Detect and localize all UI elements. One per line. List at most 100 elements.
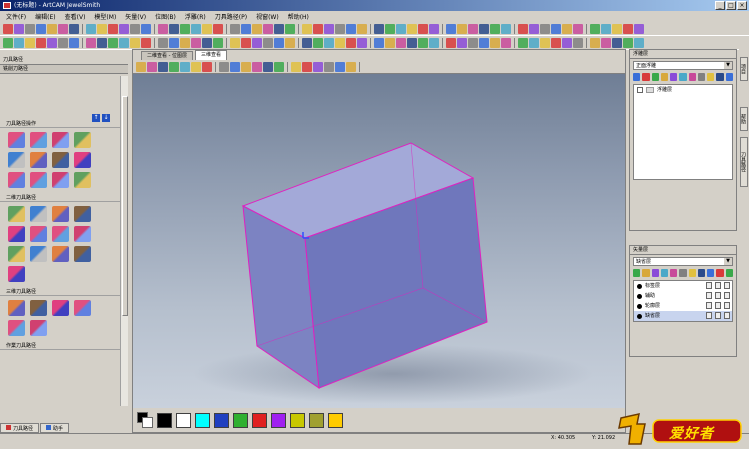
toolbar-tool-icon[interactable] [407,23,417,34]
toolbar-action-icon[interactable] [202,37,212,48]
toolbar-action-icon[interactable] [562,37,572,48]
toolbar-action-icon[interactable] [529,37,539,48]
menu-bitmap[interactable]: 位图(B) [155,12,176,21]
toolpath-tool-icon[interactable] [52,206,69,222]
toolbar-tool-icon[interactable] [490,23,500,34]
color-swatch[interactable] [176,412,191,428]
menu-relief[interactable]: 浮雕(R) [185,12,206,21]
toolbar-action-icon[interactable] [407,37,417,48]
color-swatch[interactable] [271,412,286,428]
toolbar-action-icon[interactable] [385,37,395,48]
menu-toolpath[interactable]: 刀具路径(P) [215,12,247,21]
toolpath-tool-icon[interactable] [74,172,91,188]
menu-help[interactable]: 帮助(H) [288,12,309,21]
toolbar-tool-icon[interactable] [180,23,190,34]
toolbar-tool-icon[interactable] [47,23,57,34]
toolbar-action-icon[interactable] [230,61,240,72]
list-item[interactable]: 缺省层 [634,311,732,321]
toolbar-action-icon[interactable] [202,61,212,72]
toolbar-tool-icon[interactable] [58,23,68,34]
toolbar-action-icon[interactable] [518,37,528,48]
toolbar-tool-icon[interactable] [158,23,168,34]
toolbar-action-icon[interactable] [457,37,467,48]
toolbar-tool-icon[interactable] [263,23,273,34]
toolbar-tool-icon[interactable] [590,23,600,34]
toolbar-action-icon[interactable] [180,37,190,48]
toolbar-action-icon[interactable] [324,61,334,72]
toolbar-tool-icon[interactable] [86,23,96,34]
toolbar-action-icon[interactable] [590,37,600,48]
menu-file[interactable]: 文件(F) [6,12,26,21]
layer-tool-icon[interactable] [660,73,669,81]
layer-tool-icon[interactable] [679,73,687,81]
layer-tool-icon[interactable] [660,269,669,277]
scroll-thumb[interactable] [122,96,128,316]
toolpath-tool-icon[interactable] [8,266,25,282]
lock-icon[interactable] [706,292,712,299]
menu-view[interactable]: 查看(V) [65,12,86,21]
toolbar-tool-icon[interactable] [518,23,528,34]
toolbar-action-icon[interactable] [180,61,190,72]
menu-model[interactable]: 模型(M) [94,12,116,21]
maximize-button[interactable]: □ [726,1,736,10]
toolpath-tool-icon[interactable] [74,226,91,242]
toolbar-action-icon[interactable] [302,37,312,48]
toolbar-action-icon[interactable] [302,61,312,72]
toolbar-tool-icon[interactable] [551,23,561,34]
toolbar-action-icon[interactable] [540,37,550,48]
toolbar-action-icon[interactable] [97,37,107,48]
toolbar-action-icon[interactable] [612,37,622,48]
toolbar-action-icon[interactable] [130,37,140,48]
color-swatch[interactable] [290,412,305,428]
layer-tool-icon[interactable] [716,269,724,277]
toolbar-tool-icon[interactable] [573,23,583,34]
color-swatch[interactable] [309,412,324,428]
toolbar-tool-icon[interactable] [429,23,439,34]
layer-tool-icon[interactable] [642,269,650,277]
chevron-down-icon[interactable]: ▼ [724,62,732,69]
toolbar-tool-icon[interactable] [97,23,107,34]
toolbar-tool-icon[interactable] [479,23,489,34]
layer-tool-icon[interactable] [642,73,650,81]
toolbar-action-icon[interactable] [446,37,456,48]
toolpath-tool-icon[interactable] [30,226,47,242]
toolpath-tool-icon[interactable] [8,152,25,168]
toolbar-tool-icon[interactable] [191,23,201,34]
checkbox[interactable] [637,87,643,93]
edit-icon[interactable] [715,282,721,289]
toolbar-action-icon[interactable] [241,37,251,48]
toolbar-action-icon[interactable] [601,37,611,48]
menu-window[interactable]: 视窗(W) [256,12,279,21]
toolbar-action-icon[interactable] [58,37,68,48]
toolpath-tool-icon[interactable] [74,246,91,262]
toolpath-tool-icon[interactable] [30,320,47,336]
tab-3d-view[interactable]: 三维查看 [194,50,227,60]
toolbar-tool-icon[interactable] [14,23,24,34]
toolbar-action-icon[interactable] [634,37,644,48]
toolpath-tool-icon[interactable] [74,300,91,316]
toolbar-action-icon[interactable] [47,37,57,48]
toolbar-tool-icon[interactable] [634,23,644,34]
toolbar-action-icon[interactable] [313,37,323,48]
list-item[interactable]: 标签层 [634,281,732,291]
toolbar-tool-icon[interactable] [108,23,118,34]
toolbar-action-icon[interactable] [551,37,561,48]
layer-tool-icon[interactable] [688,73,696,81]
toolbar-action-icon[interactable] [468,37,478,48]
toolpath-tool-icon[interactable] [30,132,47,148]
toolpath-tool-icon[interactable] [8,172,25,188]
toolbar-tool-icon[interactable] [141,23,151,34]
layer-tool-icon[interactable] [633,269,641,277]
toolbar-tool-icon[interactable] [623,23,633,34]
toolbar-tool-icon[interactable] [25,23,35,34]
menu-edit[interactable]: 编辑(E) [35,12,55,21]
toolpath-tool-icon[interactable] [52,226,69,242]
toolbar-action-icon[interactable] [335,37,345,48]
lock-icon[interactable] [706,312,712,319]
toolbar-action-icon[interactable] [14,37,24,48]
toolpath-tool-icon[interactable] [8,206,25,222]
toolbar-action-icon[interactable] [490,37,500,48]
layer-tool-icon[interactable] [670,73,678,81]
side-tab-toolpath[interactable]: 刀具路径 [740,137,748,187]
toolbar-tool-icon[interactable] [324,23,334,34]
